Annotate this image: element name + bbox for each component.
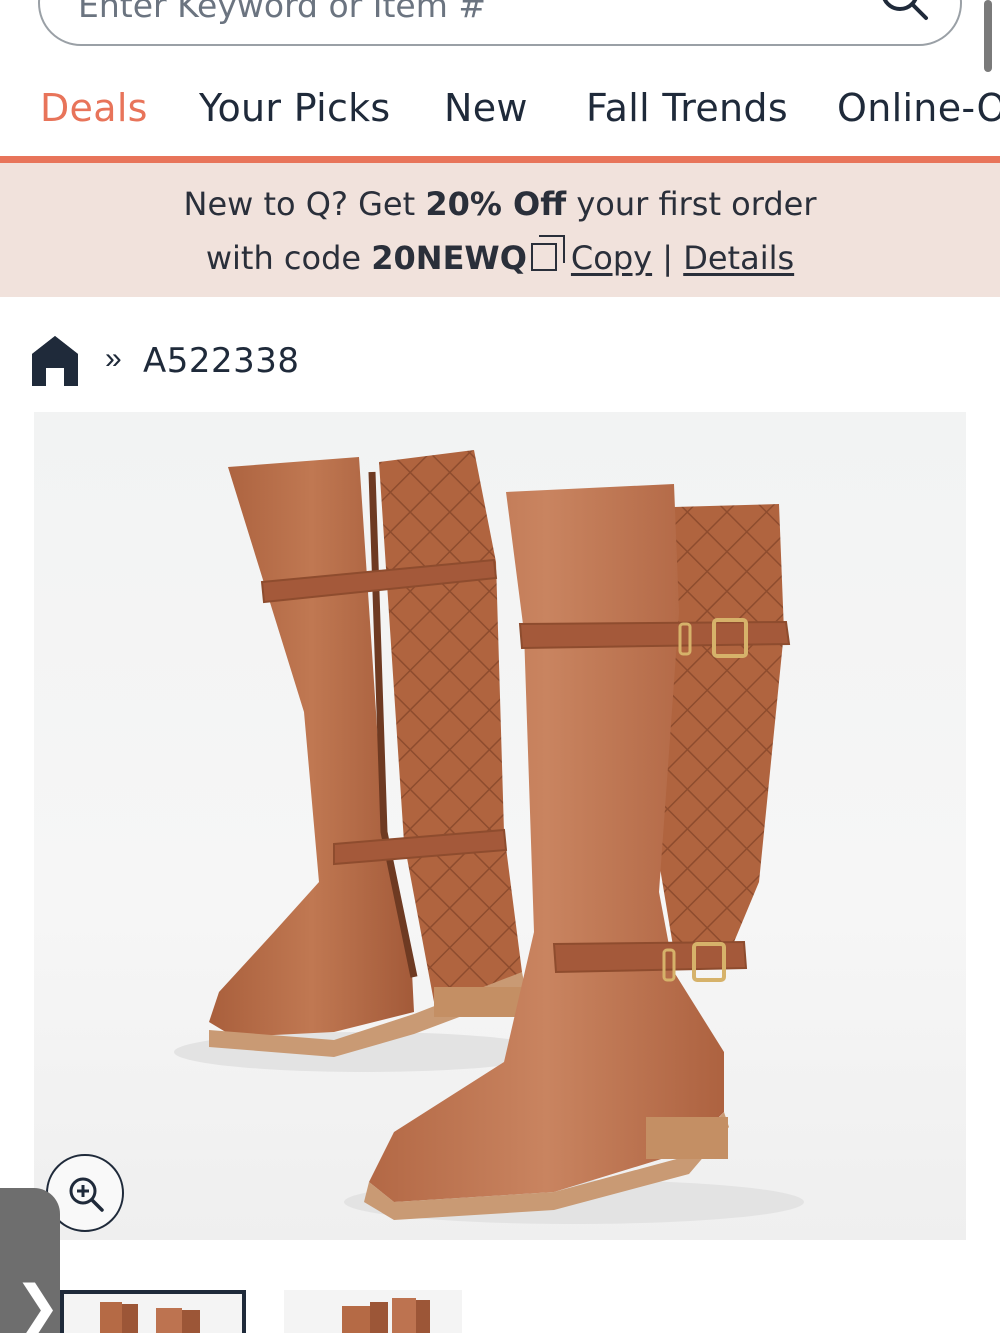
scrollbar-thumb[interactable] — [984, 0, 992, 72]
product-thumbnail-2[interactable] — [284, 1290, 462, 1333]
search-icon[interactable] — [880, 0, 930, 28]
copy-icon[interactable] — [530, 235, 567, 273]
product-image[interactable] — [34, 412, 966, 1240]
promo-code-label: with code — [205, 239, 372, 277]
search-input[interactable]: Enter Keyword or Item # — [78, 0, 486, 25]
details-link[interactable]: Details — [683, 239, 794, 277]
copy-link[interactable]: Copy — [571, 239, 652, 277]
category-tab-new[interactable]: New — [444, 86, 528, 130]
promo-line-2: with code 20NEWQ Copy | Details — [0, 235, 1000, 277]
promo-code: 20NEWQ — [371, 239, 527, 277]
thumbnail-image — [342, 1298, 430, 1333]
promo-separator: | — [662, 239, 674, 277]
promo-line-1: New to Q? Get 20% Off your first order — [0, 185, 1000, 223]
category-tab-deals[interactable]: Deals — [40, 86, 148, 130]
boots-illustration — [174, 450, 804, 1224]
promo-discount: 20% Off — [425, 185, 567, 223]
promo-text: New to Q? Get — [183, 185, 426, 223]
thumbnail-image — [100, 1302, 200, 1333]
category-tab-fall-trends[interactable]: Fall Trends — [586, 86, 788, 130]
promo-text-suffix: your first order — [566, 185, 817, 223]
category-tab-your-picks[interactable]: Your Picks — [199, 86, 391, 130]
chevron-right-icon: ❯ — [14, 1274, 61, 1333]
category-tab-online-only[interactable]: Online-Only — [837, 86, 1000, 130]
search-bar[interactable]: Enter Keyword or Item # — [38, 0, 962, 46]
zoom-in-icon — [69, 1177, 104, 1212]
breadcrumb-item-number: A522338 — [143, 341, 300, 381]
breadcrumb-separator: » — [105, 342, 122, 375]
product-thumbnail-1[interactable] — [60, 1290, 246, 1333]
home-icon[interactable] — [30, 334, 80, 386]
promo-banner: New to Q? Get 20% Off your first order w… — [0, 163, 1000, 297]
category-nav: Deals Your Picks New Fall Trends Online-… — [0, 70, 1000, 156]
category-nav-underline — [0, 156, 1000, 163]
side-tab[interactable]: ❯ — [0, 1188, 61, 1333]
